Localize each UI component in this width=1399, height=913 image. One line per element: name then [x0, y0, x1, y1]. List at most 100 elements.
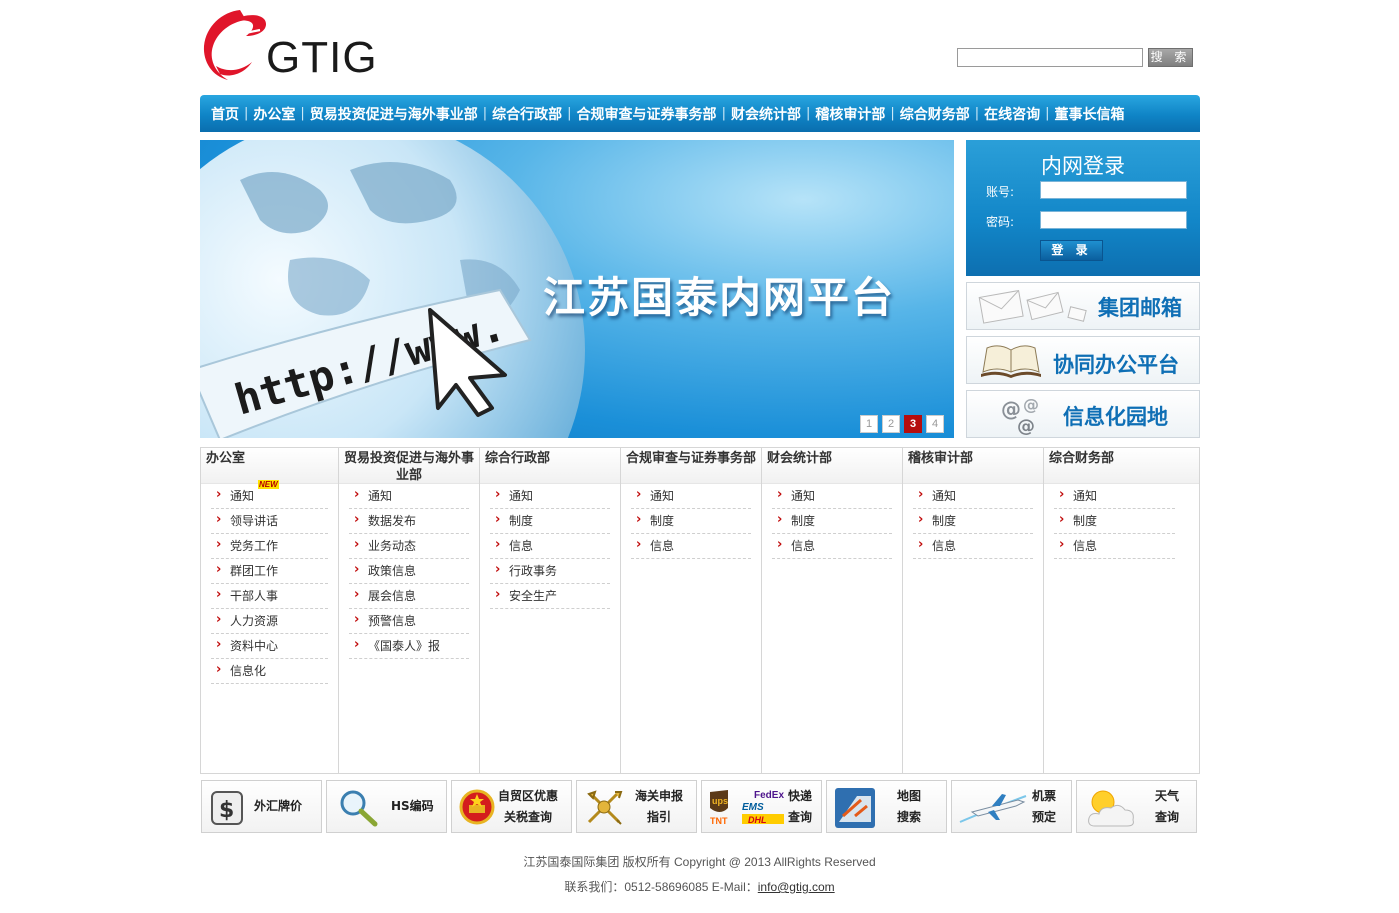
dept-admin: 综合行政部 通知 制度 信息 行政事务 安全生产: [480, 448, 621, 773]
envelope-icon: [978, 289, 1087, 324]
list-item[interactable]: 数据发布: [349, 508, 469, 534]
nav-separator: |: [721, 106, 726, 121]
national-emblem-icon: [459, 789, 495, 825]
list-item[interactable]: 信息: [490, 533, 610, 559]
password-label: 密码:: [986, 215, 1015, 229]
tool-weather[interactable]: 天气 查询: [1076, 780, 1197, 833]
svg-text:FedEx: FedEx: [754, 790, 784, 801]
svg-text:TNT: TNT: [710, 816, 728, 826]
nav-separator: |: [482, 106, 488, 121]
list-item[interactable]: 制度: [490, 508, 610, 534]
list-item[interactable]: 干部人事: [211, 583, 328, 609]
nav-item-chairman-mailbox[interactable]: 董事长信箱: [1055, 104, 1125, 124]
tool-ftz-tariff[interactable]: 自贸区优惠 关税查询: [451, 780, 572, 833]
list-item[interactable]: 领导讲话: [211, 508, 328, 534]
nav-separator: |: [244, 106, 249, 121]
gtig-logo[interactable]: GTIG: [200, 6, 377, 84]
list-item[interactable]: 展会信息: [349, 583, 469, 609]
tool-exchange-rate[interactable]: $ 外汇牌价: [201, 780, 322, 833]
customs-emblem-icon: [587, 790, 623, 825]
list-item[interactable]: 人力资源: [211, 608, 328, 634]
nav-item-compliance[interactable]: 合规审查与证券事务部: [577, 104, 717, 124]
list-item[interactable]: 通知: [913, 483, 1033, 509]
tool-map-search[interactable]: 地图 搜索: [826, 780, 947, 833]
quick-link-group-mail[interactable]: 集团邮箱: [966, 282, 1200, 330]
list-item[interactable]: 通知: [349, 483, 469, 509]
account-input[interactable]: [1040, 181, 1187, 199]
list-item[interactable]: 信息: [631, 533, 751, 559]
list-item[interactable]: 《国泰人》报: [349, 633, 469, 659]
nav-item-audit[interactable]: 稽核审计部: [815, 104, 885, 124]
logo-mark-icon: [203, 10, 266, 80]
svg-text:EMS: EMS: [742, 802, 764, 813]
quick-link-office-platform[interactable]: 协同办公平台: [966, 336, 1200, 384]
list-item[interactable]: 制度: [913, 508, 1033, 534]
list-item[interactable]: 制度: [631, 508, 751, 534]
pager-page-3[interactable]: 3: [904, 415, 922, 433]
nav-item-home[interactable]: 首页: [211, 104, 239, 124]
tool-label: HS编码: [391, 799, 434, 813]
nav-separator: |: [890, 106, 895, 121]
password-input[interactable]: [1040, 211, 1187, 229]
main-nav: 首页 | 办公室 | 贸易投资促进与海外事业部 | 综合行政部 | 合规审查与证券事务部…: [200, 95, 1200, 132]
quick-link-it-garden[interactable]: @ @ @ 信息化园地: [966, 390, 1200, 438]
tool-customs-guide[interactable]: 海关申报 指引: [576, 780, 697, 833]
list-item[interactable]: 党务工作: [211, 533, 328, 559]
svg-text:@: @: [1017, 416, 1035, 437]
nav-item-trade-investment[interactable]: 贸易投资促进与海外事业部: [310, 104, 478, 124]
list-item[interactable]: 信息: [913, 533, 1033, 559]
list-item[interactable]: 业务动态: [349, 533, 469, 559]
nav-separator: |: [974, 106, 980, 121]
currency-icon: $: [211, 791, 243, 825]
nav-item-office[interactable]: 办公室: [253, 104, 295, 124]
pager-page-4[interactable]: 4: [926, 415, 944, 433]
tool-label: 机票 预定: [1032, 789, 1057, 824]
list-item[interactable]: 通知: [772, 483, 892, 509]
list-item[interactable]: 行政事务: [490, 558, 610, 584]
magnifier-icon: [340, 790, 378, 827]
svg-text:$: $: [219, 798, 234, 823]
airplane-icon: [959, 794, 1027, 823]
list-item[interactable]: 群团工作: [211, 558, 328, 584]
list-item[interactable]: 信息化: [211, 658, 328, 684]
pager-page-2[interactable]: 2: [882, 415, 900, 433]
weather-icon: [1088, 790, 1134, 827]
pager-page-1[interactable]: 1: [860, 415, 878, 433]
dept-compliance: 合规审查与证券事务部 通知 制度 信息: [621, 448, 762, 773]
login-button[interactable]: 登 录: [1040, 240, 1103, 261]
footer-copyright: 江苏国泰国际集团 版权所有 Copyright @ 2013 AllRights…: [523, 855, 876, 869]
list-item[interactable]: 预警信息: [349, 608, 469, 634]
search-input[interactable]: [957, 48, 1143, 67]
list-item[interactable]: 政策信息: [349, 558, 469, 584]
list-item[interactable]: 信息: [1054, 533, 1175, 559]
nav-item-admin[interactable]: 综合行政部: [492, 104, 562, 124]
list-item[interactable]: 通知: [631, 483, 751, 509]
list-item[interactable]: 制度: [772, 508, 892, 534]
search-button[interactable]: 搜 索: [1148, 48, 1193, 67]
quick-link-label: 信息化园地: [1063, 405, 1168, 429]
dept-accounting: 财会统计部 通知 制度 信息: [762, 448, 903, 773]
tool-air-ticket[interactable]: 机票 预定: [951, 780, 1072, 833]
list-item[interactable]: 资料中心: [211, 633, 328, 659]
dept-title: 贸易投资促进与海外事业部: [339, 448, 479, 484]
nav-item-consult[interactable]: 在线咨询: [984, 104, 1040, 124]
svg-text:DHL: DHL: [748, 815, 767, 825]
tool-hs-code[interactable]: HS编码: [326, 780, 447, 833]
list-item[interactable]: 通知NEW: [211, 480, 328, 509]
account-label: 账号:: [986, 185, 1015, 199]
list-item[interactable]: 通知: [490, 483, 610, 509]
list-item[interactable]: 通知: [1054, 483, 1175, 509]
tool-courier-tracking[interactable]: ups FedEx EMS DHL TNT 快递 查询: [701, 780, 822, 833]
list-item-label: 通知: [230, 489, 255, 503]
list-item[interactable]: 信息: [772, 533, 892, 559]
list-item[interactable]: 制度: [1054, 508, 1175, 534]
banner-slideshow[interactable]: http://www. 江苏国泰内网平台 1 2 3 4: [200, 140, 954, 438]
nav-item-accounting[interactable]: 财会统计部: [731, 104, 801, 124]
tool-label: 天气 查询: [1155, 789, 1180, 824]
nav-separator: |: [567, 106, 572, 121]
tool-label: 快递 查询: [788, 789, 813, 824]
footer-email-link[interactable]: info@gtig.com: [758, 880, 835, 894]
tools-bar: $ 外汇牌价 HS编码 自贸区优惠 关税查询 海关申报 指引 ups FedEx: [201, 780, 1199, 833]
list-item[interactable]: 安全生产: [490, 583, 610, 609]
nav-item-finance[interactable]: 综合财务部: [900, 104, 970, 124]
